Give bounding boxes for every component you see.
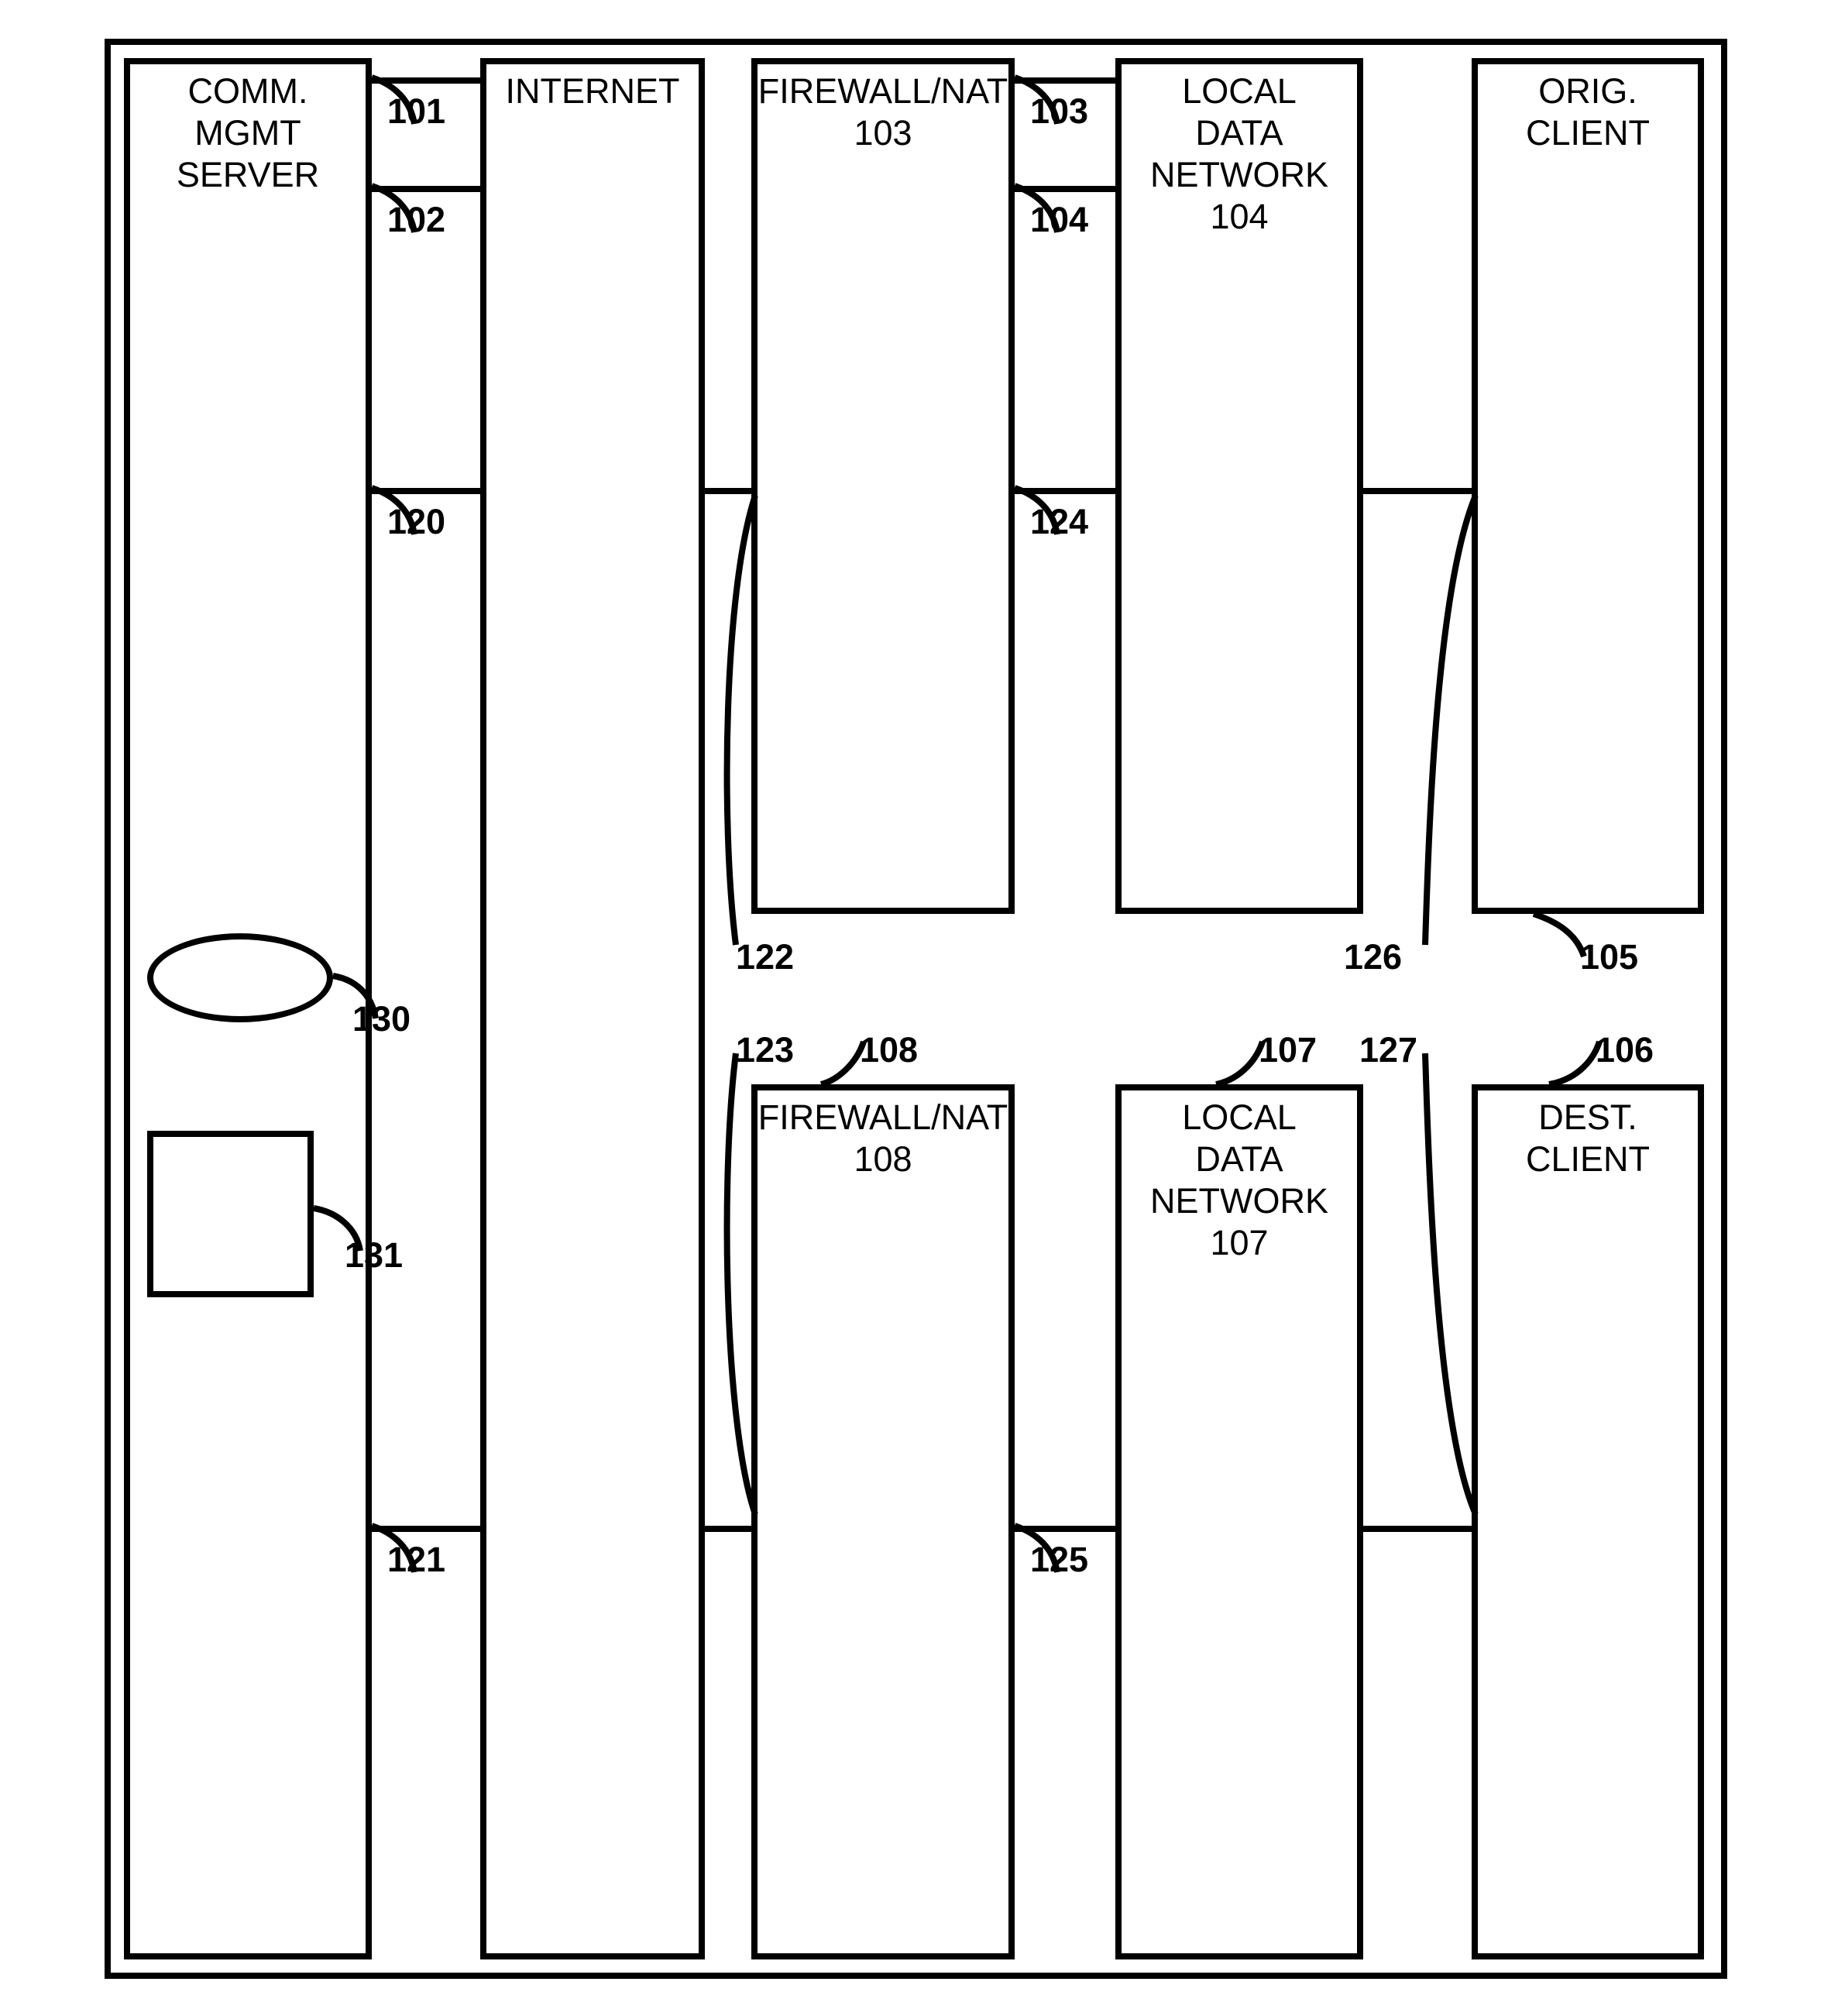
label-123: 123: [736, 1030, 794, 1070]
box-server-title: COMM. MGMT SERVER: [130, 70, 366, 196]
link-int-fw1: [705, 488, 751, 494]
label-121: 121: [387, 1540, 445, 1580]
box-ldn-2: LOCAL DATA NETWORK 107: [1115, 1084, 1363, 1959]
box-dest-client: DEST. CLIENT: [1472, 1084, 1704, 1959]
link-ldn1-orig: [1363, 488, 1472, 494]
label-108: 108: [860, 1030, 918, 1070]
diagram-canvas: COMM. MGMT SERVER INTERNET FIREWALL/NAT …: [0, 0, 1838, 2016]
square-shape: [147, 1131, 314, 1297]
label-125: 125: [1030, 1540, 1088, 1580]
label-126: 126: [1344, 937, 1402, 977]
label-104: 104: [1030, 200, 1088, 240]
link-int-fw2: [705, 1526, 751, 1532]
lead-123: [713, 1053, 775, 1518]
label-127: 127: [1359, 1030, 1417, 1070]
box-firewall-1-title: FIREWALL/NAT 103: [758, 70, 1008, 154]
box-ldn-1: LOCAL DATA NETWORK 104: [1115, 58, 1363, 914]
label-130: 130: [352, 999, 411, 1039]
label-107: 107: [1259, 1030, 1317, 1070]
label-101: 101: [387, 91, 445, 132]
label-103: 103: [1030, 91, 1088, 132]
label-106: 106: [1596, 1030, 1654, 1070]
box-firewall-2-title: FIREWALL/NAT 108: [758, 1097, 1008, 1180]
box-orig-client-title: ORIG. CLIENT: [1478, 70, 1698, 154]
box-firewall-1: FIREWALL/NAT 103: [751, 58, 1015, 914]
lead-126: [1417, 496, 1487, 960]
box-internet: INTERNET: [480, 58, 705, 1959]
box-internet-title: INTERNET: [486, 70, 699, 112]
lead-122: [713, 496, 775, 960]
ellipse-shape: [147, 933, 333, 1022]
link-ldn2-dest: [1363, 1526, 1472, 1532]
label-124: 124: [1030, 502, 1088, 542]
box-orig-client: ORIG. CLIENT: [1472, 58, 1704, 914]
label-131: 131: [345, 1235, 403, 1276]
box-dest-client-title: DEST. CLIENT: [1478, 1097, 1698, 1180]
box-ldn-2-title: LOCAL DATA NETWORK 107: [1122, 1097, 1357, 1264]
box-ldn-1-title: LOCAL DATA NETWORK 104: [1122, 70, 1357, 238]
label-102: 102: [387, 200, 445, 240]
lead-127: [1417, 1053, 1487, 1518]
label-105: 105: [1580, 937, 1638, 977]
label-120: 120: [387, 502, 445, 542]
box-firewall-2: FIREWALL/NAT 108: [751, 1084, 1015, 1959]
label-122: 122: [736, 937, 794, 977]
